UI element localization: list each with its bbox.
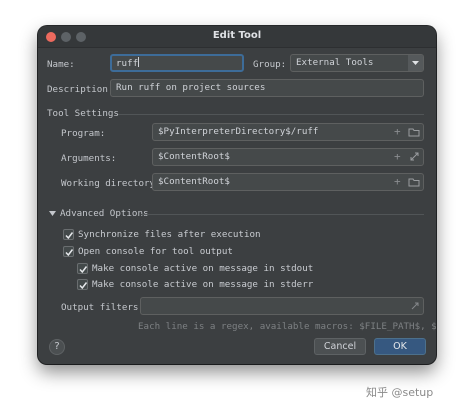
arguments-label: Arguments: (61, 153, 117, 164)
open-console-checkbox[interactable] (63, 246, 74, 257)
sync-files-label[interactable]: Synchronize files after execution (78, 229, 261, 240)
checkmark-icon (65, 232, 74, 240)
group-label: Group: (253, 59, 287, 70)
tool-settings-heading: Tool Settings (47, 108, 119, 119)
advanced-options-heading[interactable]: Advanced Options (60, 208, 149, 219)
output-filters-hint: Each line is a regex, available macros: … (138, 321, 436, 332)
name-input[interactable]: ruff (110, 54, 244, 72)
plus-icon[interactable]: + (394, 151, 401, 162)
edit-tool-dialog: Edit Tool Name: ruff Group: External Too… (38, 26, 436, 364)
working-directory-label: Working directory: (61, 178, 161, 189)
ok-button[interactable]: OK (374, 338, 426, 355)
output-filters-input[interactable] (140, 297, 424, 315)
folder-icon[interactable] (408, 177, 420, 189)
dialog-title: Edit Tool (212, 30, 262, 41)
console-stdout-checkbox[interactable] (77, 263, 88, 274)
description-input[interactable]: Run ruff on project sources (110, 79, 424, 97)
working-directory-input[interactable]: $ContentRoot$ (152, 173, 424, 191)
checkmark-icon (79, 282, 88, 290)
description-value: Run ruff on project sources (116, 82, 266, 93)
advanced-options-divider (141, 214, 424, 215)
tool-settings-divider (118, 114, 424, 115)
name-label: Name: (47, 59, 75, 70)
group-dropdown[interactable]: External Tools (290, 54, 424, 72)
arguments-value: $ContentRoot$ (158, 151, 230, 162)
sync-files-checkbox[interactable] (63, 229, 74, 240)
triangle-down-icon[interactable] (49, 210, 57, 221)
text-caret (138, 57, 140, 67)
checkmark-icon (65, 249, 74, 257)
console-stderr-label[interactable]: Make console active on message in stderr (92, 279, 313, 290)
name-value: ruff (116, 58, 139, 69)
expand-icon[interactable] (410, 301, 420, 314)
plus-icon[interactable]: + (394, 126, 401, 137)
plus-icon[interactable]: + (394, 176, 401, 187)
arguments-input[interactable]: $ContentRoot$ (152, 148, 424, 166)
checkmark-icon (79, 266, 88, 274)
open-console-label[interactable]: Open console for tool output (78, 246, 233, 257)
group-dropdown-arrow[interactable] (408, 55, 423, 71)
cancel-button[interactable]: Cancel (314, 338, 366, 355)
expand-icon[interactable] (409, 151, 420, 164)
program-value: $PyInterpreterDirectory$/ruff (158, 126, 319, 137)
console-stderr-checkbox[interactable] (77, 279, 88, 290)
program-label: Program: (61, 128, 106, 139)
group-value: External Tools (296, 57, 374, 68)
working-directory-value: $ContentRoot$ (158, 176, 230, 187)
console-stdout-label[interactable]: Make console active on message in stdout (92, 263, 313, 274)
chevron-down-icon (412, 61, 419, 65)
program-input[interactable]: $PyInterpreterDirectory$/ruff (152, 123, 424, 141)
folder-icon[interactable] (408, 127, 420, 139)
description-label: Description: (47, 84, 114, 95)
watermark: 知乎 @setup (366, 386, 434, 399)
output-filters-label: Output filters: (61, 302, 144, 313)
title-bar: Edit Tool (38, 26, 436, 48)
help-button[interactable]: ? (49, 339, 65, 355)
